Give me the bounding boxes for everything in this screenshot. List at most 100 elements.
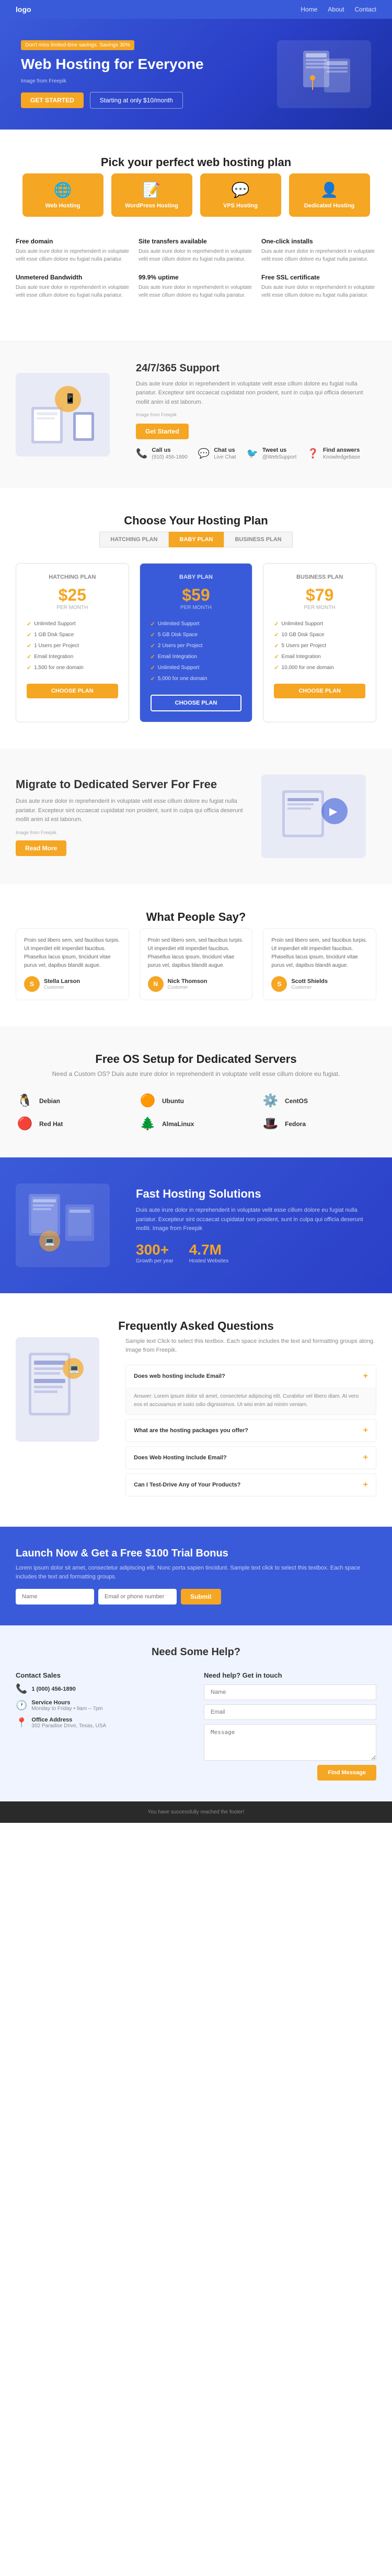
nav-about[interactable]: About [328, 6, 344, 13]
support-contacts: 📞 Call us (910) 456-1890 💬 Chat us Live … [136, 447, 376, 467]
support-cta[interactable]: Get Started [136, 424, 189, 439]
answers-info: Find answers Knowledgebase [323, 447, 360, 467]
hero-cta-secondary[interactable]: Starting at only $10/month [90, 92, 183, 109]
hosting-plan-title: Pick your perfect web hosting plan [16, 156, 376, 169]
address-title: Office Address [31, 1717, 106, 1723]
logo: logo [16, 5, 31, 14]
dedicated-hosting-icon: 👤 [294, 181, 365, 198]
cta-email-input[interactable] [98, 1589, 177, 1605]
contact-tweet: 🐦 Tweet us @WebSupport [246, 447, 296, 467]
feature-desc-5: Duis aute irure dolor in reprehenderit i… [261, 284, 376, 299]
plan-feature: 1,500 for one domain [27, 662, 118, 673]
faq-question-2[interactable]: Does Web Hosting Include Email? + [126, 1447, 376, 1469]
author-info-0: Stella Larson Customer [44, 978, 80, 990]
cta-submit[interactable]: Submit [181, 1589, 221, 1605]
cta-name-input[interactable] [16, 1589, 94, 1605]
migrate-img-from: Image from Freepik [16, 830, 246, 835]
hosting-types: 🌐 Web Hosting 📝 WordPress Hosting 💬 VPS … [16, 173, 376, 217]
fast-title: Fast Hosting Solutions [136, 1187, 376, 1201]
tab-business[interactable]: BUSINESS PLAN [224, 532, 292, 547]
plan-feature: Email Integration [274, 651, 365, 662]
plan-name-baby: BABY PLAN [151, 574, 242, 580]
contact-chat: 💬 Chat us Live Chat [198, 447, 236, 467]
support-inner: 📱 24/7/365 Support Duis aute irure dolor… [16, 362, 376, 467]
plan-feature: Unlimited Support [27, 618, 118, 629]
os-debian: 🐧 Debian [16, 1093, 131, 1108]
phone-number: 1 (000) 456-1890 [31, 1686, 75, 1692]
plan-period-hatching: PER MONTH [27, 605, 118, 611]
hosting-type-web[interactable]: 🌐 Web Hosting [22, 173, 103, 217]
feature-title-0: Free domain [16, 238, 131, 245]
touch-send-btn[interactable]: Find Message [317, 1765, 376, 1781]
web-hosting-label: Web Hosting [28, 203, 98, 209]
plan-cta-hatching[interactable]: CHOOSE PLAN [27, 684, 118, 698]
feature-uptime: 99.9% uptime Duis aute irure dolor in re… [139, 274, 253, 299]
faq-question-3[interactable]: Can I Test-Drive Any of Your Products? + [126, 1474, 376, 1496]
answers-value: Knowledgebase [323, 453, 360, 462]
faq-q-text-2: Does Web Hosting Include Email? [134, 1455, 227, 1461]
vps-hosting-icon: 💬 [205, 181, 276, 198]
feature-bandwidth: Unmetered Bandwidth Duis aute irure dolo… [16, 274, 131, 299]
almalinux-label: AlmaLinux [162, 1120, 194, 1128]
cta-desc: Lorem ipsum dolor sit amet, consectetur … [16, 1564, 376, 1581]
touch-heading: Need help? Get in touch [204, 1671, 376, 1679]
nav-contact[interactable]: Contact [355, 6, 376, 13]
touch-email-input[interactable] [204, 1704, 376, 1720]
touch-name-input[interactable] [204, 1684, 376, 1700]
fast-stats: 300+ Growth per year 4.7M Hosted Website… [136, 1242, 376, 1264]
debian-icon: 🐧 [16, 1093, 34, 1108]
answers-title: Find answers [323, 447, 360, 453]
plan-price-business: $79 [274, 586, 365, 605]
feature-site-transfers: Site transfers available Duis aute irure… [139, 238, 253, 263]
feature-desc-3: Duis aute irure dolor in reprehenderit i… [16, 284, 131, 299]
hero-cta-primary[interactable]: GET STARTED [21, 92, 84, 108]
hosting-type-wordpress[interactable]: 📝 WordPress Hosting [111, 173, 192, 217]
os-centos: ⚙️ CentOS [261, 1093, 376, 1108]
author-title-0: Customer [44, 985, 80, 990]
feature-title-4: 99.9% uptime [139, 274, 253, 281]
hosting-type-dedicated[interactable]: 👤 Dedicated Hosting [289, 173, 370, 217]
plan-feature: Email Integration [27, 651, 118, 662]
support-img-from: Image from Freepik [136, 412, 376, 417]
cta-section: Launch Now & Get a Free $100 Trial Bonus… [0, 1527, 392, 1625]
support-section: 📱 24/7/365 Support Duis aute irure dolor… [0, 342, 392, 488]
migrate-text: Migrate to Dedicated Server For Free Dui… [16, 777, 246, 856]
hours-info: Service Hours Monday to Friday • 9am – 7… [31, 1700, 102, 1712]
plan-card-hatching: HATCHING PLAN $25 PER MONTH Unlimited Su… [16, 563, 129, 722]
avatar-1: N [148, 976, 164, 992]
nav-links: Home About Contact [301, 6, 376, 13]
redhat-label: Red Hat [39, 1120, 63, 1128]
os-redhat: 🔴 Red Hat [16, 1116, 131, 1131]
faq-item-2: Does Web Hosting Include Email? + [125, 1446, 376, 1469]
contact-sales: Contact Sales 📞 1 (000) 456-1890 🕐 Servi… [16, 1671, 188, 1781]
address-value: 302 Paradise Drive, Texas, USA [31, 1723, 106, 1729]
chat-title: Chat us [214, 447, 236, 453]
touch-message-input[interactable] [204, 1724, 376, 1761]
os-section: Free OS Setup for Dedicated Servers Need… [0, 1026, 392, 1157]
migrate-cta[interactable]: Read More [16, 840, 66, 856]
contact-answers: ❓ Find answers Knowledgebase [307, 447, 360, 467]
plans-grid: HATCHING PLAN $25 PER MONTH Unlimited Su… [16, 563, 376, 722]
faq-question-1[interactable]: What are the hosting packages you offer?… [126, 1420, 376, 1442]
chat-value: Live Chat [214, 453, 236, 462]
plan-feature: Unlimited Support [151, 662, 242, 673]
plan-feature: 5,000 for one domain [151, 673, 242, 684]
wordpress-hosting-icon: 📝 [117, 181, 187, 198]
faq-question-0[interactable]: Does web hosting include Email? + [126, 1365, 376, 1387]
plan-feature: 5 Users per Project [274, 640, 365, 651]
hosting-type-vps[interactable]: 💬 VPS Hosting [200, 173, 281, 217]
address-icon: 📍 [16, 1717, 27, 1728]
plan-feature: Unlimited Support [151, 618, 242, 629]
contact-sales-hours: 🕐 Service Hours Monday to Friday • 9am –… [16, 1700, 188, 1712]
hero-text: Don't miss limited-time savings. Savings… [21, 40, 272, 109]
hero-image-placeholder [277, 40, 371, 108]
vps-hosting-label: VPS Hosting [205, 203, 276, 209]
nav-home[interactable]: Home [301, 6, 317, 13]
migrate-img-placeholder: ▶ [261, 775, 366, 858]
tab-baby[interactable]: BABY PLAN [169, 532, 224, 547]
tab-hatching[interactable]: HATCHING PLAN [99, 532, 168, 547]
plan-cta-business[interactable]: CHOOSE PLAN [274, 684, 365, 698]
plan-cta-baby[interactable]: CHOOSE PLAN [151, 695, 242, 711]
faq-toggle-3: + [363, 1480, 368, 1490]
plan-name-hatching: HATCHING PLAN [27, 574, 118, 580]
